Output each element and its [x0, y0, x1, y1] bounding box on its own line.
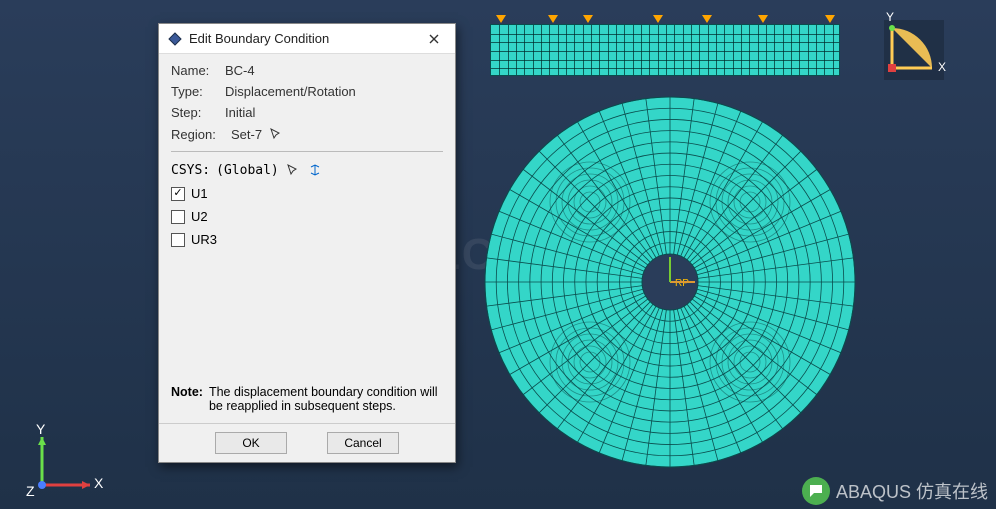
viewcube-x-label: X: [938, 60, 946, 74]
name-label: Name:: [171, 63, 225, 78]
u2-label: U2: [191, 209, 208, 224]
step-label: Step:: [171, 105, 225, 120]
ok-button[interactable]: OK: [215, 432, 287, 454]
coordinate-triad: X Y Z: [30, 427, 100, 497]
footer-brand: ABAQUS 仿真在线: [802, 477, 988, 505]
close-icon: [429, 34, 439, 44]
reference-point-label: RP: [675, 278, 689, 289]
pick-csys-icon[interactable]: [285, 162, 301, 178]
u1-checkbox[interactable]: ✓: [171, 187, 185, 201]
dialog-title: Edit Boundary Condition: [189, 31, 419, 46]
app-icon: [167, 31, 183, 47]
region-value: Set-7: [231, 127, 262, 142]
csys-value: (Global): [216, 163, 279, 178]
brand-text: ABAQUS 仿真在线: [836, 478, 988, 504]
create-csys-icon[interactable]: [307, 162, 323, 178]
ur3-row[interactable]: UR3: [171, 228, 443, 251]
u2-checkbox[interactable]: [171, 210, 185, 224]
name-value: BC-4: [225, 63, 255, 78]
type-value: Displacement/Rotation: [225, 84, 356, 99]
axis-z-label: Z: [26, 483, 35, 499]
u1-label: U1: [191, 186, 208, 201]
note-label: Note:: [171, 385, 203, 413]
pick-region-icon[interactable]: [268, 126, 284, 142]
u1-row[interactable]: ✓ U1: [171, 182, 443, 205]
step-value: Initial: [225, 105, 255, 120]
circular-mesh-part[interactable]: RP: [480, 92, 860, 472]
cancel-button[interactable]: Cancel: [327, 432, 399, 454]
type-label: Type:: [171, 84, 225, 99]
csys-label: CSYS:: [171, 163, 210, 178]
u2-row[interactable]: U2: [171, 205, 443, 228]
close-button[interactable]: [419, 28, 449, 50]
axis-y-label: Y: [36, 421, 45, 437]
region-label: Region:: [171, 127, 225, 142]
dialog-titlebar[interactable]: Edit Boundary Condition: [159, 24, 455, 54]
axis-x-label: X: [94, 475, 103, 491]
view-orientation-cube[interactable]: X Y: [884, 20, 944, 80]
rectangular-mesh-part[interactable]: // placeholder - grid drawn below via JS…: [490, 24, 840, 76]
note-text: The displacement boundary condition will…: [209, 385, 443, 413]
ur3-checkbox[interactable]: [171, 233, 185, 247]
ur3-label: UR3: [191, 232, 217, 247]
chat-icon: [802, 477, 830, 505]
viewcube-y-label: Y: [886, 10, 894, 24]
edit-boundary-condition-dialog: Edit Boundary Condition Name: BC-4 Type:…: [158, 23, 456, 463]
model-viewport[interactable]: 1CAE // placeholder - grid drawn below v…: [0, 0, 996, 509]
